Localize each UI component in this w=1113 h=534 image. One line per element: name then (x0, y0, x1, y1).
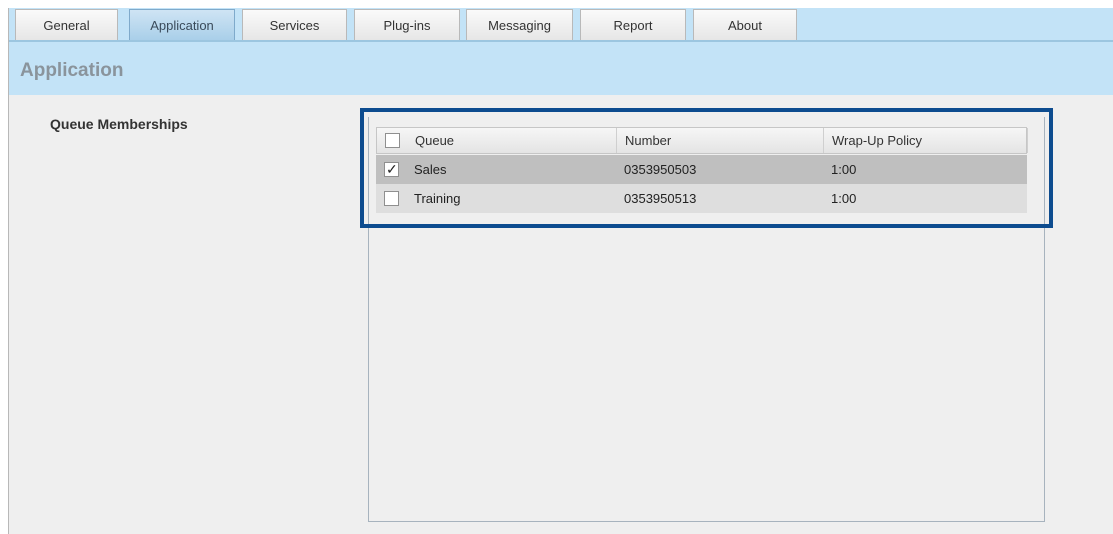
column-header-queue[interactable]: Queue (407, 128, 617, 153)
tab-plug-ins[interactable]: Plug-ins (354, 9, 460, 40)
column-header-wrap-up-policy[interactable]: Wrap-Up Policy (824, 128, 1028, 153)
tab-services[interactable]: Services (242, 9, 347, 40)
table-row[interactable]: Training 0353950513 1:00 (376, 184, 1027, 213)
cell-wrap-up-policy: 1:00 (831, 162, 857, 177)
tab-bar: General Application Services Plug-ins Me… (9, 8, 1113, 42)
table-row[interactable]: ✓ Sales 0353950503 1:00 (376, 155, 1027, 184)
queue-memberships-label: Queue Memberships (50, 116, 188, 132)
cell-wrap-up-policy: 1:00 (831, 191, 857, 206)
row-checkbox[interactable]: ✓ (384, 161, 399, 177)
table-header: Queue Number Wrap-Up Policy (376, 127, 1028, 154)
tab-about[interactable]: About (693, 9, 797, 40)
tab-application[interactable]: Application (129, 9, 235, 40)
column-header-number[interactable]: Number (617, 128, 824, 153)
cell-number: 0353950513 (624, 191, 697, 206)
queue-table: Queue Number Wrap-Up Policy ✓ Sales 0353… (368, 117, 1045, 522)
page-title: Application (20, 60, 124, 81)
select-all-checkbox[interactable] (385, 133, 400, 148)
settings-window: General Application Services Plug-ins Me… (8, 8, 1113, 534)
cell-queue: Sales (414, 162, 447, 177)
row-checkbox[interactable] (384, 191, 399, 206)
cell-queue: Training (414, 191, 461, 206)
cell-number: 0353950503 (624, 162, 697, 177)
tab-general[interactable]: General (15, 9, 118, 40)
tab-report[interactable]: Report (580, 9, 686, 40)
page-header: Application (9, 42, 1113, 95)
check-icon: ✓ (386, 161, 398, 177)
tab-messaging[interactable]: Messaging (466, 9, 573, 40)
